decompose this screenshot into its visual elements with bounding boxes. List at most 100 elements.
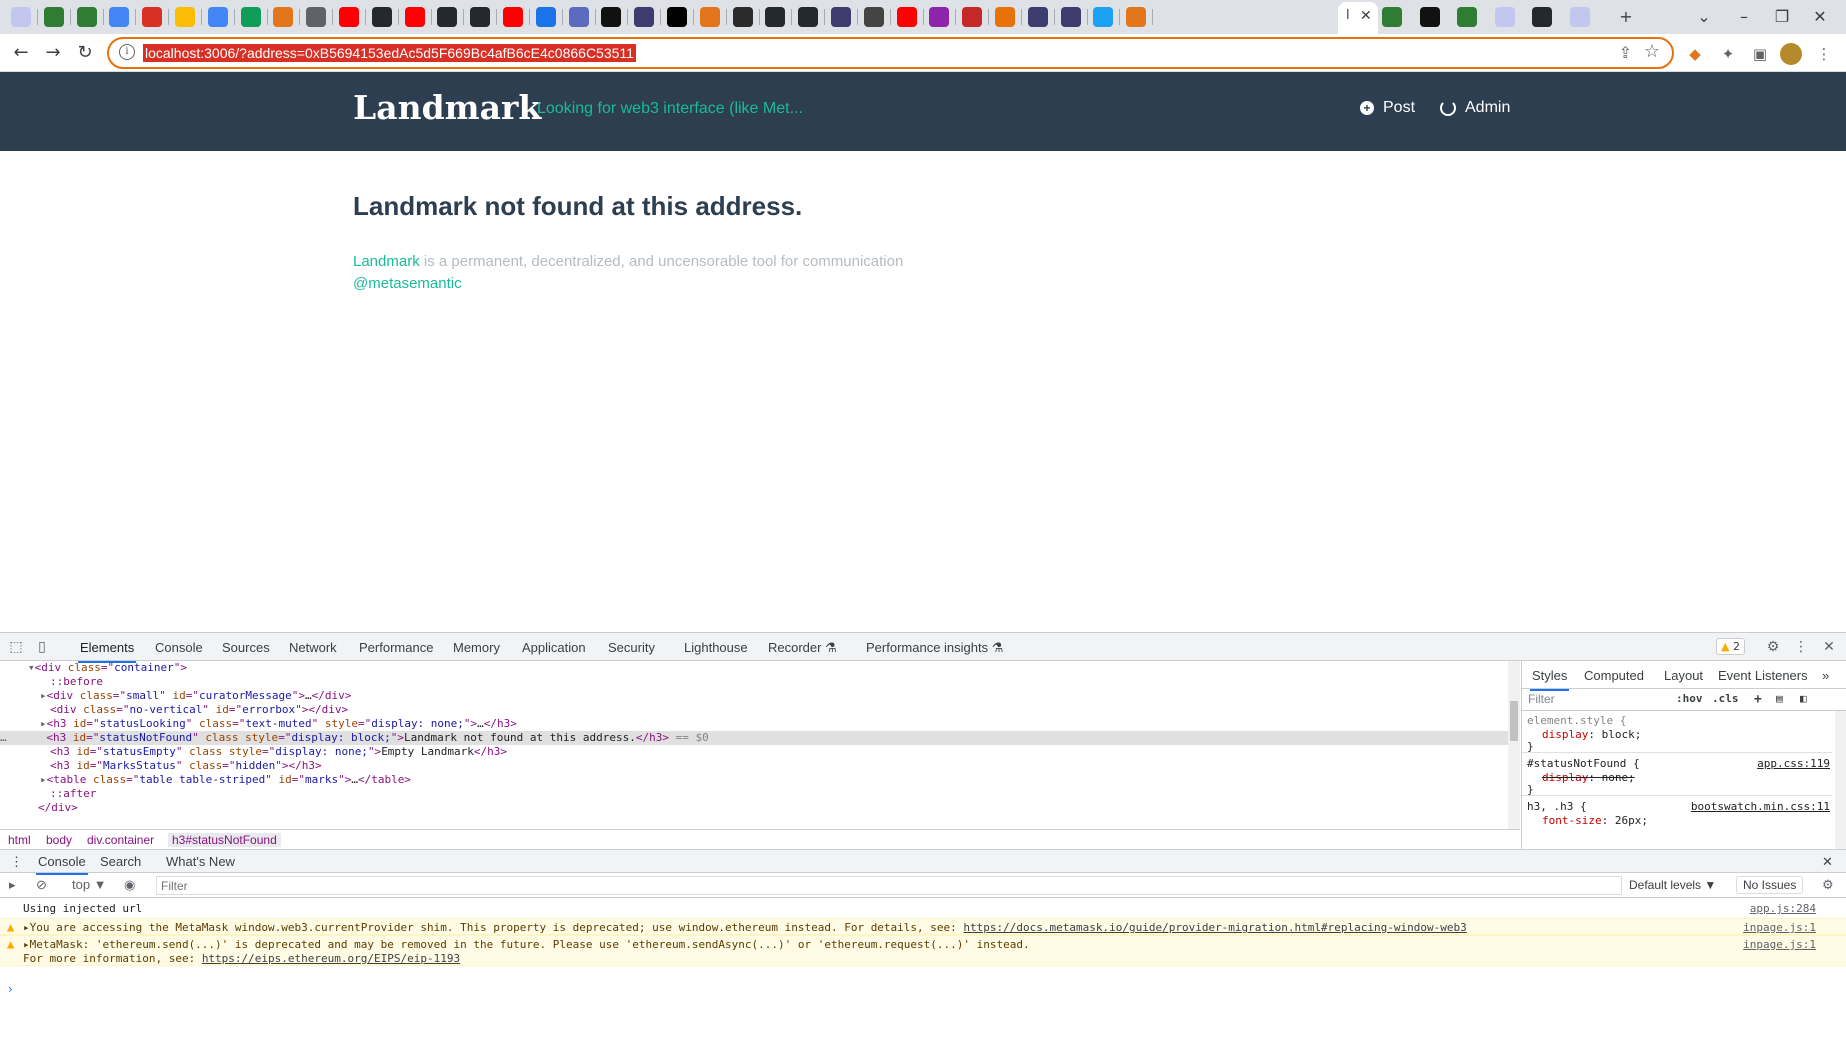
sheets-icon[interactable]	[240, 7, 261, 27]
wikipedia-w-icon[interactable]	[76, 7, 97, 27]
console-prompt[interactable]: ›	[8, 982, 13, 996]
breadcrumb-container[interactable]: div.container	[87, 833, 154, 847]
styles-scrollbar[interactable]	[1835, 711, 1846, 849]
breadcrumb-h3[interactable]: h3#statusNotFound	[168, 833, 281, 847]
console-filter-input[interactable]	[156, 876, 1622, 895]
devtools-settings-icon[interactable]: ⚙	[1764, 638, 1782, 656]
devtools-menu-icon[interactable]: ⋮	[1792, 638, 1810, 656]
globe-icon[interactable]	[863, 7, 884, 27]
devtools-tab[interactable]: Lighthouse	[684, 640, 748, 655]
gmail-icon[interactable]	[142, 7, 163, 27]
github-icon[interactable]	[798, 7, 819, 27]
forward-icon[interactable]: →	[40, 40, 66, 66]
issues-button[interactable]: No Issues	[1736, 876, 1804, 894]
share-icon[interactable]: ⇪	[1619, 43, 1632, 62]
tab-close-icon[interactable]: ✕	[1360, 8, 1372, 24]
metamask-icon[interactable]	[699, 7, 720, 27]
google-icon[interactable]	[109, 7, 130, 27]
warnings-badge[interactable]: ▲ 2	[1716, 638, 1745, 655]
light-icon[interactable]	[11, 7, 31, 27]
tab-search-icon[interactable]: ⌄	[1692, 6, 1716, 28]
dom-tree-scrollbar[interactable]	[1508, 661, 1520, 829]
devtools-tab[interactable]: Performance insights ⚗	[866, 640, 1003, 656]
log-levels-dropdown[interactable]: Default levels ▼	[1629, 878, 1716, 892]
breadcrumb-body[interactable]: body	[46, 833, 72, 847]
metamask-icon[interactable]	[273, 7, 294, 27]
device-toolbar-icon[interactable]: ▯	[33, 638, 51, 656]
devtools-tab[interactable]: Performance	[359, 640, 433, 655]
new-tab-icon[interactable]: +	[1614, 6, 1638, 28]
extensions-icon[interactable]: ✦	[1718, 44, 1738, 64]
tab-layout[interactable]: Layout	[1664, 668, 1703, 683]
gem-icon[interactable]	[962, 7, 983, 27]
youtube-icon[interactable]	[339, 7, 359, 27]
site-info-icon[interactable]: i	[119, 44, 135, 60]
light-icon[interactable]	[1569, 7, 1590, 27]
bookmark-star-icon[interactable]: ☆	[1644, 41, 1660, 62]
post-link[interactable]: + Post	[1360, 99, 1415, 117]
link-icon[interactable]	[1382, 7, 1402, 27]
tab-event-listeners[interactable]: Event Listeners	[1718, 668, 1808, 683]
drawer-tab-whats-new[interactable]: What's New	[166, 854, 235, 869]
profile-avatar[interactable]	[1780, 43, 1802, 65]
new-rule-icon[interactable]: +	[1754, 692, 1762, 707]
moon-icon[interactable]	[306, 7, 327, 27]
styles-filter[interactable]: Filter :hov .cls + ▤ ◧	[1522, 689, 1846, 711]
admin-link[interactable]: Admin	[1440, 99, 1510, 117]
github-icon[interactable]	[470, 7, 491, 27]
drawer-tab-search[interactable]: Search	[100, 854, 141, 869]
restore-icon[interactable]: ❐	[1770, 6, 1794, 28]
medium-icon[interactable]	[667, 7, 687, 27]
url-text[interactable]: localhost:3006/?address=0xB5694153edAc5d…	[143, 44, 636, 62]
address-bar[interactable]: i localhost:3006/?address=0xB5694153edAc…	[107, 37, 1674, 69]
reload-icon[interactable]: ↻	[72, 40, 98, 66]
check-icon[interactable]	[1093, 7, 1114, 27]
devtools-tab[interactable]: Recorder ⚗	[768, 640, 837, 656]
devtools-tab[interactable]: Console	[155, 640, 203, 655]
docs-icon[interactable]	[207, 7, 228, 27]
console-filter-field[interactable]	[157, 877, 1621, 894]
stack-icon[interactable]	[995, 7, 1015, 27]
drawer-close-icon[interactable]: ✕	[1822, 854, 1833, 870]
youtube-icon[interactable]	[503, 7, 523, 27]
dot-icon[interactable]	[1419, 7, 1440, 27]
minimize-icon[interactable]: –	[1732, 6, 1756, 28]
bookmark-icon[interactable]	[732, 7, 753, 27]
metamask-icon[interactable]	[1126, 7, 1147, 27]
dash-icon[interactable]	[831, 7, 851, 27]
dom-tree[interactable]: ▾<div class="container"> ::before ▸<div …	[0, 661, 1508, 829]
devtools-tab[interactable]: Sources	[222, 640, 270, 655]
hov-button[interactable]: :hov	[1676, 692, 1703, 705]
live-expression-eye-icon[interactable]: ◉	[124, 877, 135, 893]
paint-icon[interactable]: ▤	[1776, 692, 1783, 705]
brand-title[interactable]: Landmark	[353, 88, 541, 127]
cls-button[interactable]: .cls	[1712, 692, 1739, 705]
message-source-link[interactable]: inpage.js:1	[1743, 938, 1816, 951]
console-settings-icon[interactable]: ⚙	[1822, 877, 1834, 893]
devtools-tab[interactable]: Security	[608, 640, 655, 655]
style-rule[interactable]: h3, .h3 { bootswatch.min.css:11 font-siz…	[1522, 797, 1832, 849]
layers-icon[interactable]	[568, 7, 589, 27]
toggle-sidebar-icon[interactable]: ◧	[1800, 692, 1807, 705]
inspect-element-icon[interactable]: ⬚	[7, 638, 25, 656]
message-link[interactable]: https://docs.metamask.io/guide/provider-…	[963, 921, 1466, 934]
style-rule[interactable]: #statusNotFound { app.css:119 display: n…	[1522, 754, 1832, 796]
active-tab[interactable]: l ✕	[1338, 2, 1378, 34]
info-icon[interactable]	[929, 7, 950, 27]
dash-icon[interactable]	[1027, 7, 1048, 27]
dash-icon[interactable]	[1060, 7, 1081, 27]
drive-icon[interactable]	[175, 7, 195, 27]
back-icon[interactable]: ←	[8, 40, 34, 66]
github-icon[interactable]	[765, 7, 786, 27]
devtools-tab[interactable]: Application	[522, 640, 586, 655]
clear-console-icon[interactable]: ⊘	[36, 877, 47, 893]
twitter-handle-link[interactable]: @metasemantic	[353, 275, 462, 292]
notion-icon[interactable]	[601, 7, 622, 27]
footer-landmark-link[interactable]: Landmark	[353, 253, 420, 270]
style-rule[interactable]: element.style { display: block; }	[1522, 711, 1832, 753]
side-panel-icon[interactable]: ▣	[1750, 44, 1770, 64]
youtube-icon[interactable]	[896, 7, 917, 27]
browser-menu-icon[interactable]: ⋮	[1814, 44, 1834, 64]
breadcrumb-html[interactable]: html	[8, 833, 31, 847]
github-icon[interactable]	[437, 7, 458, 27]
